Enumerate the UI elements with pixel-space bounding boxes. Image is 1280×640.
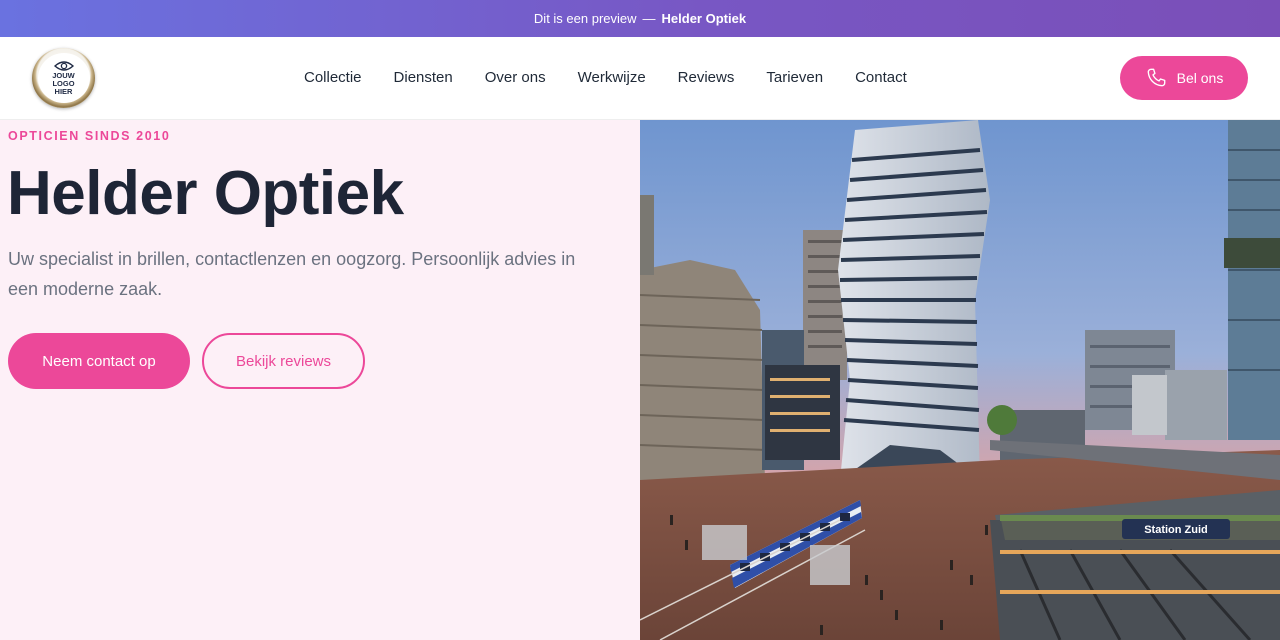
main-nav: Collectie Diensten Over ons Werkwijze Re…	[304, 69, 907, 86]
logo-text-line1: JOUW LOGO	[52, 71, 75, 89]
phone-icon	[1147, 68, 1166, 87]
preview-banner: Dit is een preview — Helder Optiek	[0, 0, 1280, 37]
logo-badge: JOUW LOGO HIER	[37, 53, 90, 103]
site-logo[interactable]: JOUW LOGO HIER	[32, 48, 95, 108]
nav-link-collectie[interactable]: Collectie	[304, 69, 362, 86]
nav-link-reviews[interactable]: Reviews	[678, 69, 735, 86]
hero-subtitle: Uw specialist in brillen, contactlenzen …	[8, 249, 576, 299]
preview-brand: Helder Optiek	[661, 11, 747, 26]
hero-image: Station Zuid	[640, 120, 1280, 640]
call-button[interactable]: Bel ons	[1120, 56, 1248, 100]
station-sign-text: Station Zuid	[1144, 524, 1208, 536]
nav-link-diensten[interactable]: Diensten	[394, 69, 453, 86]
call-button-label: Bel ons	[1176, 70, 1224, 86]
reviews-button[interactable]: Bekijk reviews	[202, 333, 365, 389]
nav-link-over-ons[interactable]: Over ons	[485, 69, 546, 86]
logo-text-line2: HIER	[54, 86, 73, 96]
site-header: JOUW LOGO HIER Collectie Diensten Over o…	[0, 37, 1280, 120]
preview-separator: —	[642, 11, 656, 26]
hero-title: Helder Optiek	[7, 159, 404, 228]
city-photo: Station Zuid	[640, 120, 1280, 640]
contact-button[interactable]: Neem contact op	[8, 333, 190, 389]
nav-link-werkwijze[interactable]: Werkwijze	[578, 69, 646, 86]
preview-text: Dit is een preview	[533, 11, 637, 26]
nav-link-contact[interactable]: Contact	[855, 69, 907, 86]
hero-eyebrow: OPTICIEN SINDS 2010	[8, 129, 171, 143]
nav-link-tarieven[interactable]: Tarieven	[766, 69, 823, 86]
